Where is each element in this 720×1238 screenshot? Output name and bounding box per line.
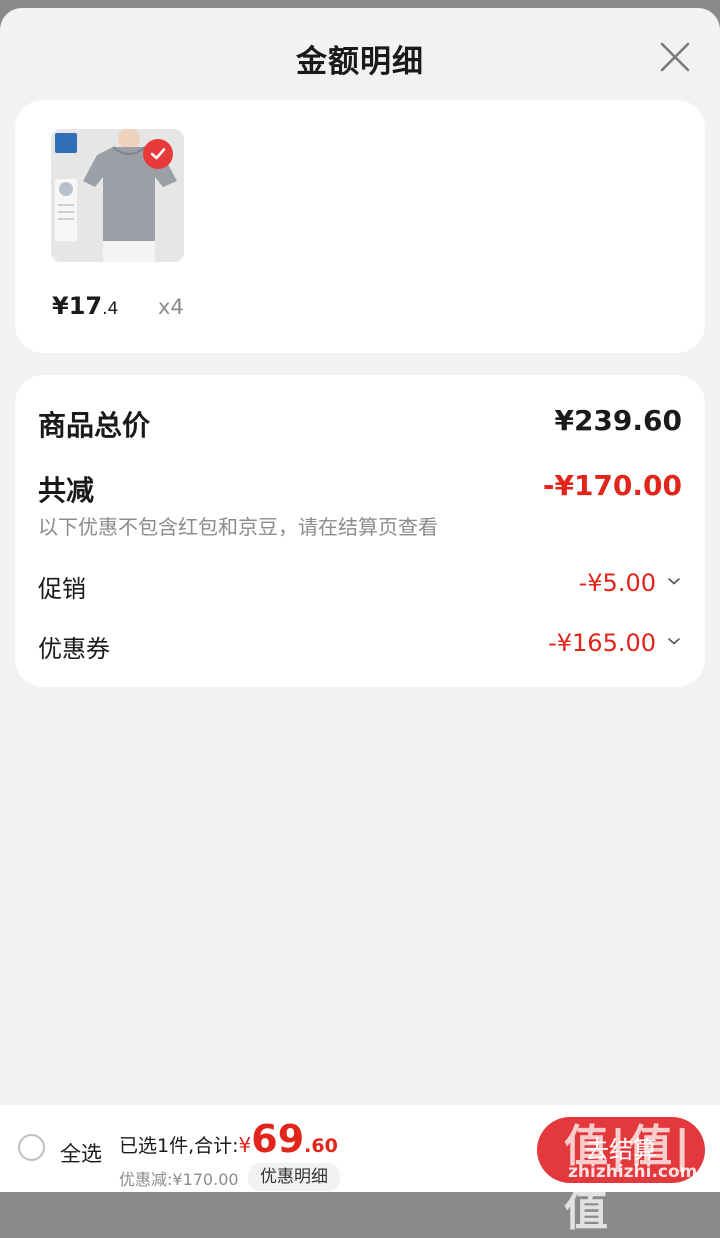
- select-all-radio[interactable]: [18, 1134, 45, 1161]
- total-row: 商品总价 ¥239.60: [38, 404, 682, 442]
- site-watermark: 值|值|值 zhizhizhi.com: [560, 1110, 720, 1236]
- select-all-label[interactable]: 全选: [60, 1138, 102, 1168]
- coupon-row[interactable]: 优惠券 -¥165.00: [38, 629, 682, 663]
- promotion-row[interactable]: 促销 -¥5.00: [38, 569, 682, 603]
- order-summary: 已选1件,合计:¥69.60: [119, 1117, 338, 1161]
- item-price-int: ¥17: [52, 292, 103, 320]
- item-price-dec: .4: [102, 299, 119, 319]
- reduce-row: 共减 -¥170.00: [38, 469, 682, 507]
- discount-note-row: 以下优惠不包含红包和京豆，请在结算页查看: [38, 511, 682, 540]
- total-value: ¥239.60: [554, 404, 682, 437]
- reduce-value: -¥170.00: [542, 469, 682, 502]
- close-icon: [660, 42, 690, 72]
- total-currency: ¥: [238, 1133, 252, 1157]
- discount-note: 以下优惠不包含红包和京豆，请在结算页查看: [38, 515, 438, 539]
- promotion-label: 促销: [38, 575, 86, 603]
- reduce-label: 共减: [38, 474, 95, 507]
- chevron-down-icon: [668, 578, 680, 585]
- selected-check-icon: [143, 139, 173, 169]
- coupon-value: -¥165.00: [548, 629, 656, 657]
- coupon-label: 优惠券: [38, 635, 110, 663]
- amount-detail-sheet: 金额明细 ¥17.4 x4 商品总价 ¥239.60 共减 -¥170.00 以…: [0, 8, 720, 1192]
- discount-detail-button[interactable]: 优惠明细: [248, 1163, 340, 1191]
- promotion-value: -¥5.00: [578, 569, 656, 597]
- item-quantity: x4: [158, 295, 184, 319]
- total-label: 商品总价: [38, 409, 151, 442]
- item-price: ¥17.4: [52, 292, 118, 320]
- watermark-url: zhizhizhi.com: [568, 1162, 698, 1182]
- sheet-title: 金额明细: [296, 44, 424, 80]
- chevron-down-icon: [668, 638, 680, 645]
- total-amount-int: 69: [251, 1117, 305, 1161]
- price-detail-card: 商品总价 ¥239.60 共减 -¥170.00 以下优惠不包含红包和京豆，请在…: [15, 375, 705, 687]
- discount-summary: 优惠减:¥170.00: [119, 1170, 239, 1189]
- close-button[interactable]: [654, 36, 696, 78]
- goods-card: ¥17.4 x4: [15, 100, 705, 353]
- product-thumbnail[interactable]: [51, 129, 184, 262]
- selected-count-text: 已选1件,合计:: [119, 1135, 239, 1157]
- total-amount-dec: .60: [304, 1135, 338, 1157]
